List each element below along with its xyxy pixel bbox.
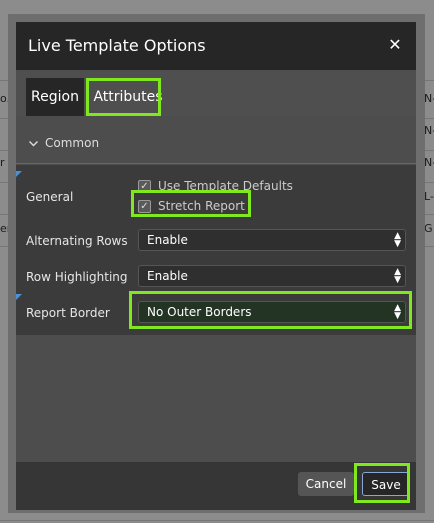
save-button[interactable]: Save <box>362 472 410 496</box>
chevron-right-icon <box>26 140 39 148</box>
tab-region[interactable]: Region <box>26 78 84 116</box>
alternating-rows-select[interactable]: Enable ▲ ▼ <box>138 229 406 251</box>
changed-marker-icon <box>16 171 22 177</box>
dialog-body: Live Template Options ✕ Region Attribute… <box>16 22 416 510</box>
tab-attributes[interactable]: Attributes <box>92 78 164 116</box>
label-alternating-rows: Alternating Rows <box>26 234 128 248</box>
dialog-content: Common General ✓ Use Template Defaults ✓… <box>16 116 416 476</box>
label-report-border: Report Border <box>26 306 110 320</box>
row-highlighting-select[interactable]: Enable ▲ ▼ <box>138 265 406 287</box>
report-border-select[interactable]: No Outer Borders ▲ ▼ <box>138 301 406 323</box>
up-down-arrows-icon: ▲ ▼ <box>394 267 401 285</box>
dialog-titlebar: Live Template Options ✕ <box>16 22 416 70</box>
form-area: General ✓ Use Template Defaults ✓ Stretc… <box>16 165 416 335</box>
label-row-highlighting: Row Highlighting <box>26 270 128 284</box>
select-value: No Outer Borders <box>147 305 252 319</box>
up-down-arrows-icon: ▲ ▼ <box>394 303 401 321</box>
up-down-arrows-icon: ▲ ▼ <box>394 231 401 249</box>
dialog-title: Live Template Options <box>28 36 206 55</box>
tab-bar: Region Attributes <box>16 70 416 116</box>
section-title: Common <box>45 136 100 150</box>
section-header-common[interactable]: Common <box>16 126 416 164</box>
label-general: General <box>26 190 74 204</box>
checkmark-icon: ✓ <box>138 200 151 213</box>
live-template-options-dialog: Live Template Options ✕ Region Attribute… <box>8 14 425 513</box>
select-value: Enable <box>147 269 188 283</box>
select-value: Enable <box>147 233 188 247</box>
checkmark-icon: ✓ <box>138 180 151 193</box>
close-icon[interactable]: ✕ <box>384 34 406 56</box>
checkbox-label: Stretch Report <box>158 199 245 213</box>
checkbox-label: Use Template Defaults <box>158 179 293 193</box>
cancel-button[interactable]: Cancel <box>298 472 354 496</box>
dialog-footer: Cancel Save <box>16 462 416 510</box>
changed-marker-icon <box>16 294 22 300</box>
